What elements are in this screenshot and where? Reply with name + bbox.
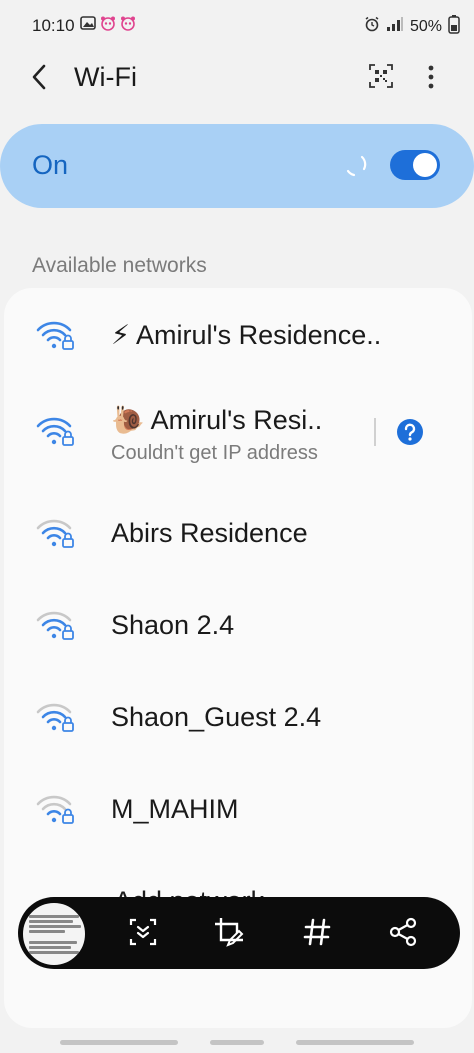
- wifi-lock-strong-icon: [36, 416, 76, 448]
- signal-icon: [386, 16, 404, 37]
- help-icon[interactable]: [396, 418, 424, 446]
- battery-text: 50%: [409, 17, 442, 35]
- wifi-lock-strong-icon: [36, 320, 76, 352]
- battery-icon: [448, 14, 460, 39]
- wifi-lock-medium-icon: [36, 702, 76, 734]
- page-title: Wi-Fi: [74, 62, 137, 92]
- wifi-lock-weak-icon: [36, 794, 76, 826]
- alarm-icon: [364, 16, 380, 37]
- network-row[interactable]: M_MAHIM: [4, 764, 472, 856]
- panda-icon: [100, 15, 116, 31]
- app-header: Wi-Fi: [0, 54, 474, 104]
- network-name: Shaon 2.4: [111, 610, 235, 640]
- panda-icon: [120, 15, 136, 31]
- status-time: 10:10: [32, 16, 75, 35]
- network-status: Couldn't get IP address: [111, 442, 318, 464]
- status-bar: 10:10 50%: [0, 0, 474, 54]
- network-name: ⚡ Amirul's Residence..: [111, 320, 382, 350]
- wifi-lock-medium-icon: [36, 610, 76, 642]
- wifi-lock-medium-icon: [36, 518, 76, 550]
- scroll-capture-icon[interactable]: [126, 915, 160, 949]
- network-row[interactable]: 🐌 Amirul's Resi.. Couldn't get IP addres…: [4, 384, 472, 476]
- hashtag-icon[interactable]: [300, 915, 334, 949]
- wifi-switch[interactable]: [390, 150, 440, 180]
- network-row[interactable]: Abirs Residence: [4, 488, 472, 580]
- more-options-icon[interactable]: [420, 62, 442, 92]
- qr-scan-icon[interactable]: [368, 63, 394, 89]
- nav-home-indicator[interactable]: [210, 1040, 264, 1045]
- back-icon[interactable]: [28, 62, 54, 92]
- screenshot-thumbnail[interactable]: [20, 900, 88, 968]
- network-row[interactable]: ⚡ Amirul's Residence..: [4, 290, 472, 382]
- wifi-toggle-label: On: [32, 150, 69, 180]
- nav-recent-indicator[interactable]: [60, 1040, 178, 1045]
- network-name: Abirs Residence: [111, 518, 308, 548]
- divider: [374, 418, 376, 446]
- share-icon[interactable]: [386, 915, 420, 949]
- image-icon: [80, 15, 96, 31]
- network-row[interactable]: Shaon 2.4: [4, 580, 472, 672]
- network-row[interactable]: Shaon_Guest 2.4: [4, 672, 472, 764]
- crop-edit-icon[interactable]: [212, 915, 246, 949]
- loading-spinner-icon: [342, 152, 368, 178]
- available-networks-title: Available networks: [32, 254, 207, 277]
- switch-knob: [413, 153, 437, 177]
- nav-back-indicator[interactable]: [296, 1040, 414, 1045]
- network-name: M_MAHIM: [111, 794, 239, 824]
- network-name: Shaon_Guest 2.4: [111, 702, 322, 732]
- network-name: 🐌 Amirul's Resi..: [111, 405, 323, 435]
